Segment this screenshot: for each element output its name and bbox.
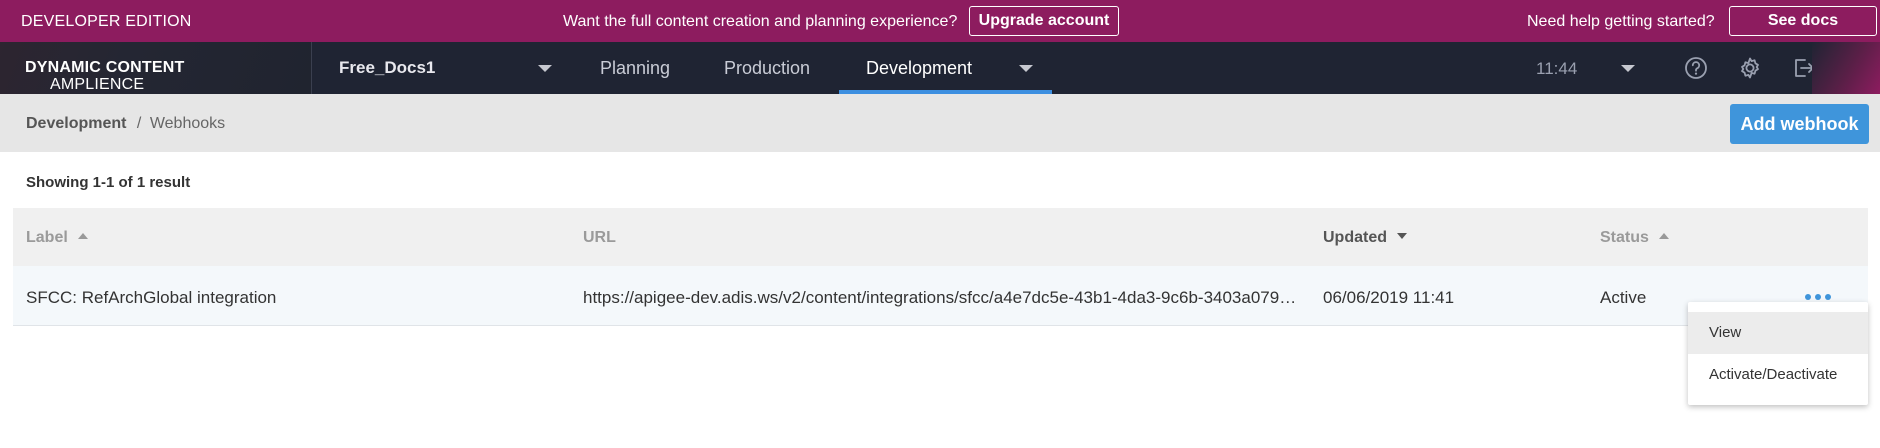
brand-bold: DYNAMIC CONTENT	[25, 59, 185, 76]
breadcrumb-current: Webhooks	[149, 115, 226, 132]
result-count: Showing 1-1 of 1 result	[26, 174, 191, 191]
webhook-updated: 06/06/2019 11:41	[1323, 288, 1455, 307]
menu-item-activate-deactivate[interactable]: Activate/Deactivate	[1688, 354, 1868, 396]
clock: 11:44	[1536, 59, 1578, 78]
brand-logo[interactable]: AMPLIENCE DYNAMIC CONTENT	[0, 42, 312, 94]
promo-banner: DEVELOPER EDITION Want the full content …	[0, 0, 1880, 42]
sort-asc-icon	[77, 233, 88, 239]
column-updated-header[interactable]: Updated	[1323, 229, 1407, 247]
breadcrumb-root[interactable]: Development	[26, 115, 126, 132]
table-row[interactable]: SFCC: RefArchGlobal integration https://…	[13, 266, 1868, 326]
hub-chevron-down-icon[interactable]	[538, 65, 552, 72]
column-url-header: URL	[583, 229, 616, 246]
column-label-header[interactable]: Label	[26, 229, 88, 247]
tab-development[interactable]: Development	[866, 58, 972, 79]
gear-icon[interactable]	[1737, 55, 1763, 81]
top-nav: AMPLIENCE DYNAMIC CONTENT Free_Docs1 Pla…	[0, 42, 1880, 94]
tab-planning[interactable]: Planning	[600, 58, 670, 79]
upgrade-account-button[interactable]: Upgrade account	[969, 6, 1119, 36]
sort-asc-icon	[1658, 233, 1669, 239]
help-icon[interactable]	[1683, 55, 1709, 81]
page-header: Development / Webhooks Add webhook	[0, 94, 1880, 152]
brand-light: AMPLIENCE	[50, 76, 145, 93]
webhook-label: SFCC: RefArchGlobal integration	[26, 288, 277, 307]
add-webhook-button[interactable]: Add webhook	[1730, 104, 1869, 144]
tab-production[interactable]: Production	[724, 58, 810, 79]
see-docs-button[interactable]: See docs	[1729, 6, 1877, 36]
menu-item-view[interactable]: View	[1688, 312, 1868, 354]
column-status-header[interactable]: Status	[1600, 229, 1669, 247]
table-header: Label URL Updated Status	[13, 208, 1868, 266]
edition-label: DEVELOPER EDITION	[21, 13, 192, 30]
breadcrumb: Development / Webhooks	[26, 115, 225, 133]
sort-desc-icon	[1397, 233, 1407, 239]
breadcrumb-separator: /	[136, 115, 142, 132]
hub-selector-label[interactable]: Free_Docs1	[339, 58, 435, 78]
nav-decoration	[1812, 42, 1880, 94]
help-text: Need help getting started?	[1527, 13, 1715, 30]
user-chevron-down-icon[interactable]	[1621, 65, 1635, 72]
row-actions-menu: View Activate/Deactivate	[1688, 302, 1868, 405]
webhook-url: https://apigee-dev.adis.ws/v2/content/in…	[583, 288, 1297, 307]
development-chevron-down-icon[interactable]	[1019, 65, 1033, 72]
promo-message: Want the full content creation and plann…	[563, 13, 958, 30]
